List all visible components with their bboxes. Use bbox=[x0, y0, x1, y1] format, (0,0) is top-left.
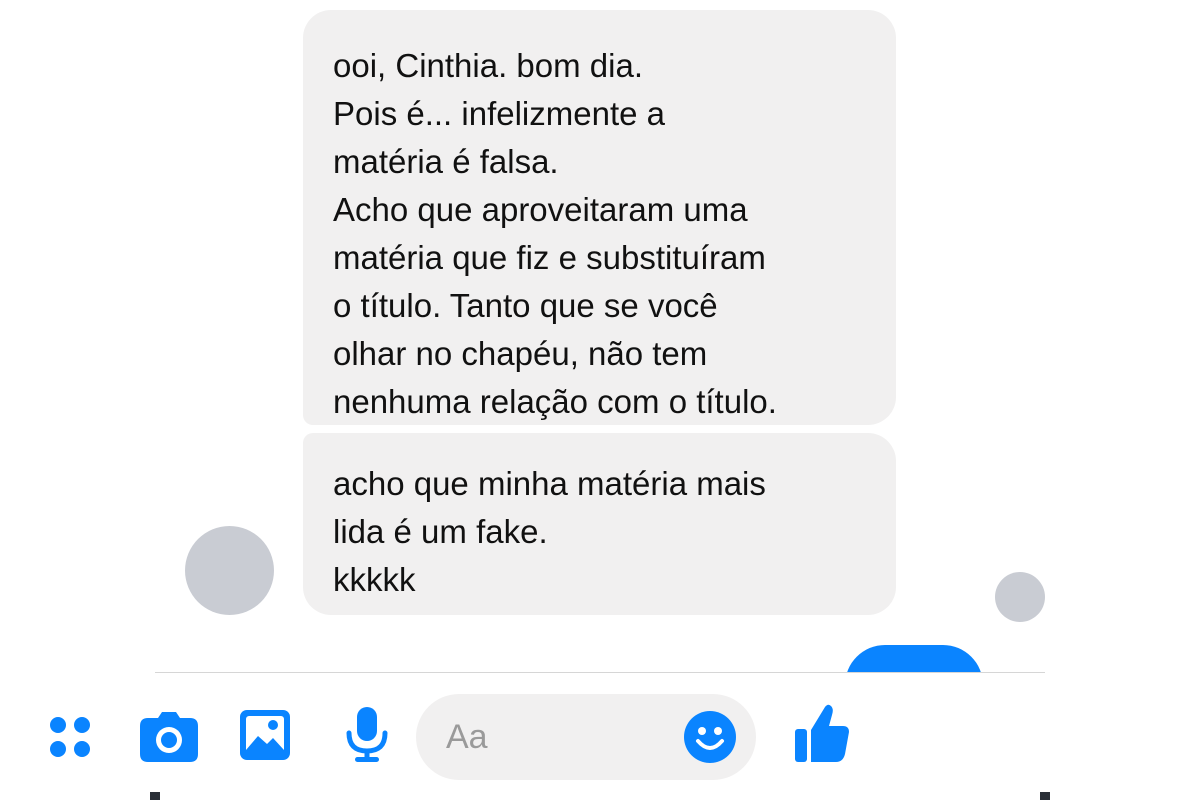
more-icon[interactable] bbox=[48, 715, 92, 759]
contact-avatar[interactable] bbox=[185, 526, 274, 615]
chat-screen: ooi, Cinthia. bom dia. Pois é... infeliz… bbox=[155, 0, 1045, 800]
incoming-message-bubble[interactable]: acho que minha matéria mais lida é um fa… bbox=[303, 433, 896, 615]
camera-icon[interactable] bbox=[140, 712, 198, 762]
message-placeholder: Aa bbox=[446, 718, 488, 756]
message-input[interactable]: Aa bbox=[416, 694, 756, 780]
like-icon[interactable] bbox=[795, 704, 849, 762]
device-corner bbox=[150, 792, 160, 800]
read-receipt-avatar bbox=[995, 572, 1045, 622]
emoji-icon[interactable] bbox=[684, 711, 736, 763]
microphone-icon[interactable] bbox=[345, 707, 389, 763]
incoming-message-bubble[interactable]: ooi, Cinthia. bom dia. Pois é... infeliz… bbox=[303, 10, 896, 425]
photo-icon[interactable] bbox=[240, 710, 290, 760]
device-corner bbox=[1040, 792, 1050, 800]
